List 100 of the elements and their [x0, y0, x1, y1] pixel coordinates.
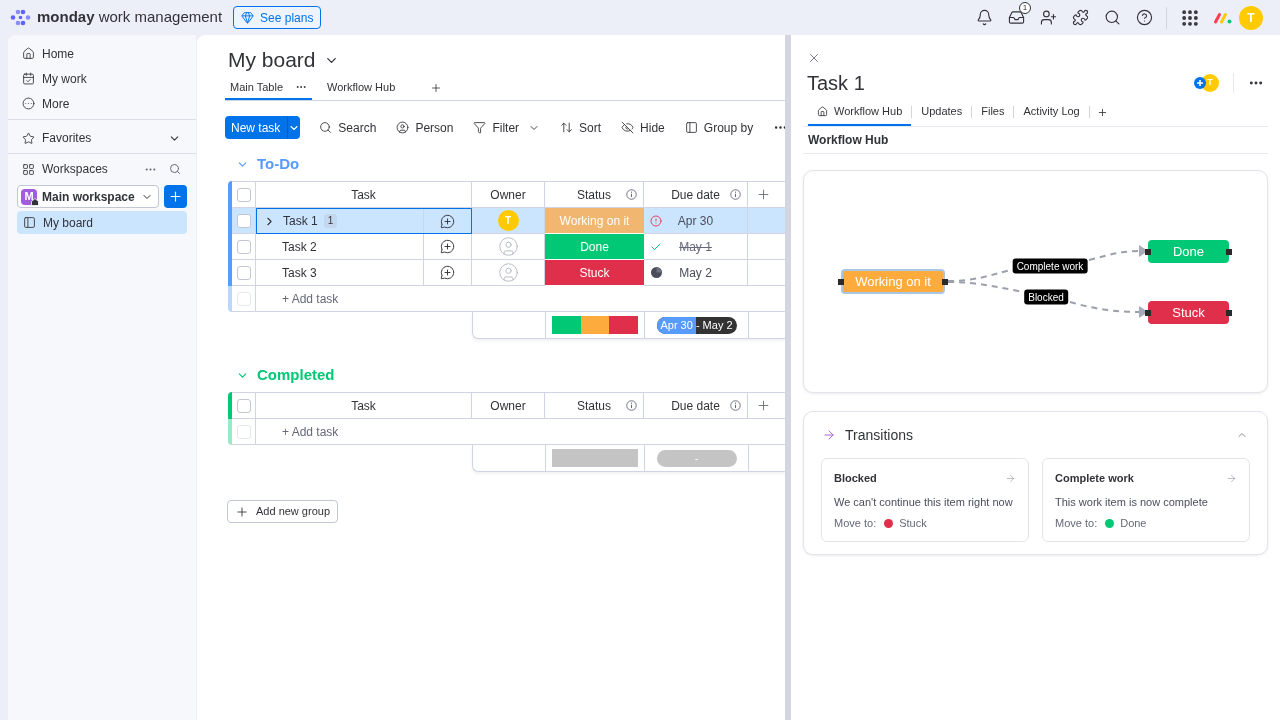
add-person-icon[interactable]	[1194, 77, 1206, 89]
grid-icon	[22, 162, 35, 176]
alert-icon	[650, 214, 662, 227]
transition-description: This work item is now complete	[1055, 495, 1209, 509]
close-icon[interactable]	[807, 51, 821, 65]
user-plus-icon[interactable]	[1040, 9, 1057, 26]
toolbar-button[interactable]: Filter	[473, 116, 541, 139]
transition-description: We can't continue this item right now	[834, 495, 1014, 509]
toolbar-button[interactable]: Search	[319, 116, 377, 139]
status-label[interactable]: Stuck	[545, 260, 644, 286]
arrow-right-icon	[1005, 472, 1016, 484]
add-comment-icon[interactable]	[440, 265, 455, 280]
table-row[interactable]: Task 3 Stuck May 2	[232, 260, 785, 286]
move-to-label: Move to:	[834, 515, 877, 531]
row-checkbox[interactable]	[236, 265, 251, 280]
inbox-icon[interactable]	[1008, 9, 1025, 26]
search-icon	[319, 121, 333, 134]
transition-card[interactable]: Complete work This work item is now complete Move to: Done	[1042, 458, 1250, 542]
connector-handle-icon[interactable]	[1145, 309, 1151, 316]
star-icon	[22, 131, 35, 145]
panel-tab[interactable]: Activity Log	[1014, 98, 1089, 126]
transition-title: Complete work	[1055, 470, 1134, 486]
filter-icon	[473, 121, 487, 134]
home-icon	[22, 47, 35, 60]
brand-logo-icon[interactable]	[1213, 10, 1233, 25]
select-all-checkbox[interactable]	[236, 187, 251, 202]
add-workspace-button[interactable]	[164, 185, 187, 208]
due-date[interactable]: May 2	[668, 263, 723, 282]
brand-name: monday work management	[37, 7, 223, 28]
item-title: Task 1	[807, 71, 865, 96]
due-date[interactable]: Apr 30	[668, 211, 723, 230]
nav-item[interactable]: My work	[17, 66, 187, 91]
view-tab[interactable]: Workflow Hub	[322, 76, 401, 100]
task-name: Task 3	[282, 264, 317, 282]
add-column-icon[interactable]	[756, 187, 771, 202]
nav-item[interactable]: Home	[17, 41, 187, 66]
panel-tab[interactable]: Updates	[912, 98, 972, 126]
timeline-bar[interactable]: Apr 30 - May 2	[656, 316, 737, 334]
diamond-icon	[241, 11, 255, 24]
connector-handle-icon[interactable]	[1145, 248, 1151, 255]
due-date[interactable]: May 1	[668, 237, 723, 256]
transition-card[interactable]: Blocked We can't continue this item right now Move to: Stuck	[821, 458, 1029, 542]
column-header: Due date	[670, 186, 721, 204]
task-name: Task 2	[282, 238, 317, 256]
board-item[interactable]: My board	[17, 211, 187, 234]
connector-handle-icon[interactable]	[1226, 248, 1232, 255]
status-node[interactable]: Stuck	[1148, 301, 1229, 324]
home-icon	[31, 197, 39, 206]
view-tab[interactable]: Main Table	[225, 76, 312, 100]
select-all-checkbox[interactable]	[236, 398, 251, 413]
column-header: Due date	[670, 397, 721, 415]
section-title: Transitions	[845, 425, 913, 445]
plus-icon	[168, 189, 184, 204]
workspace-dropdown[interactable]: M Main workspace	[17, 185, 160, 208]
connector-handle-icon[interactable]	[942, 278, 948, 285]
connector-handle-icon[interactable]	[1226, 309, 1232, 316]
board-icon	[23, 216, 36, 229]
table-row[interactable]: Task 2 Done May 1	[232, 234, 785, 260]
move-to-label: Move to:	[1055, 515, 1098, 531]
board-title[interactable]: My board	[228, 46, 316, 74]
toolbar-button[interactable]: Sort	[560, 116, 602, 139]
bell-icon[interactable]	[976, 9, 993, 26]
favorites-section[interactable]: Favorites	[17, 123, 187, 153]
row-checkbox[interactable]	[236, 239, 251, 254]
row-checkbox[interactable]	[236, 213, 251, 228]
target-status: Done	[1120, 515, 1147, 531]
edge-label[interactable]: Complete work	[1012, 258, 1088, 274]
connector-handle-icon[interactable]	[838, 278, 844, 285]
section-label: Workspaces	[42, 161, 108, 178]
see-plans-button[interactable]: See plans	[233, 6, 322, 29]
arrow-right-icon	[822, 428, 836, 442]
panel-icon	[684, 121, 698, 134]
toolbar-button[interactable]: Hide	[621, 116, 665, 139]
toolbar-button[interactable]: Person	[396, 116, 454, 139]
nav-item[interactable]: More	[17, 91, 187, 116]
puzzle-icon[interactable]	[1072, 9, 1089, 26]
add-tab-icon[interactable]	[1096, 106, 1108, 118]
sort-icon	[560, 121, 574, 134]
logo-icon[interactable]	[10, 9, 31, 26]
add-comment-icon[interactable]	[440, 213, 455, 229]
info-icon	[625, 189, 637, 200]
plus-icon	[235, 504, 249, 519]
help-icon[interactable]	[1136, 9, 1153, 26]
circle-icon	[650, 267, 662, 278]
search-icon[interactable]	[1104, 9, 1121, 26]
info-icon	[625, 400, 637, 411]
task-name: Task 1	[283, 213, 318, 230]
new-task-dropdown[interactable]	[287, 116, 301, 139]
add-comment-icon[interactable]	[440, 239, 455, 254]
column-header: Owner	[490, 186, 526, 204]
new-task-button[interactable]: New task	[225, 116, 288, 139]
toolbar-button[interactable]: Group by	[684, 116, 754, 139]
table-row[interactable]: Task 1 1 T Working on it Apr 30	[232, 208, 785, 234]
apps-grid-icon[interactable]	[1180, 7, 1200, 28]
add-column-icon[interactable]	[756, 398, 771, 413]
add-view-icon[interactable]	[430, 82, 443, 94]
panel-tab[interactable]: Files	[972, 98, 1014, 126]
edge-label[interactable]: Blocked	[1024, 289, 1068, 305]
add-group-button[interactable]: Add new group	[227, 500, 338, 523]
panel-tab[interactable]: Workflow Hub	[808, 98, 912, 126]
